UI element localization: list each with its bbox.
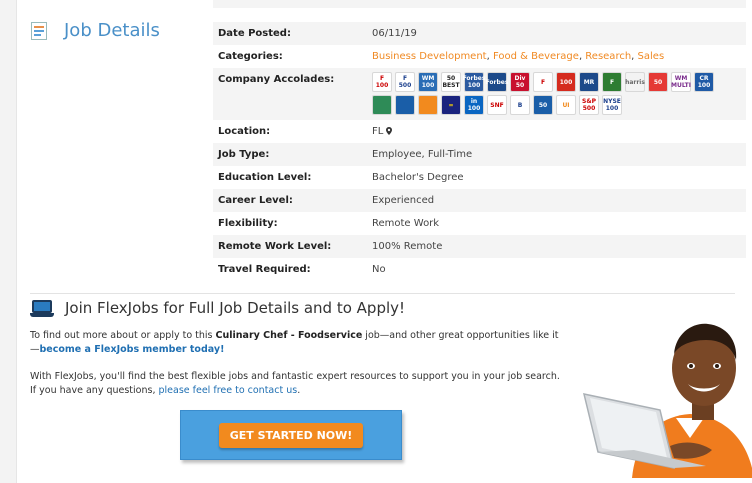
accolades-value: F 100 F 500 WM 100 50 BEST Forbes 100 Forbes D… [372, 68, 746, 120]
forbes-green-badge-icon[interactable]: F [602, 72, 622, 92]
best-50-badge-icon[interactable]: 50 BEST [441, 72, 461, 92]
category-link[interactable]: Business Development [372, 51, 487, 62]
job-details-heading: Job Details [64, 20, 160, 41]
detail-row-remote-level: Remote Work Level: 100% Remote [213, 235, 746, 258]
detail-label: Flexibility: [218, 218, 278, 229]
forbes-mr-badge-icon[interactable]: MR [579, 72, 599, 92]
nyse-100-badge-icon[interactable]: NYSE 100 [602, 95, 622, 115]
category-link[interactable]: Sales [638, 51, 665, 62]
detail-value: Employee, Full-Time [372, 149, 473, 160]
join-paragraph-2: With FlexJobs, you'll find the best flex… [30, 370, 560, 398]
detail-row-job-type: Job Type: Employee, Full-Time [213, 143, 746, 166]
detail-value: 06/11/19 [372, 28, 417, 39]
forbes-badge-icon[interactable]: Forbes [486, 72, 508, 92]
detail-row-travel: Travel Required: No [213, 258, 746, 281]
map-pin-icon [386, 127, 393, 135]
detail-label: Job Type: [218, 149, 270, 160]
detail-value: 100% Remote [372, 241, 443, 252]
detail-row-categories: Categories: Business Development, Food &… [213, 45, 746, 68]
cr-100-badge-icon[interactable]: CR 100 [694, 72, 714, 92]
paragraph-text: . [297, 385, 301, 396]
equality-badge-icon[interactable]: = [441, 95, 461, 115]
sidebar-section-title: Job Details [30, 20, 160, 41]
detail-row-career: Career Level: Experienced [213, 189, 746, 212]
man-with-laptop-image [582, 323, 752, 478]
detail-value: Remote Work [372, 218, 440, 229]
location-text: FL [372, 126, 384, 137]
detail-row-location: Location: FL [213, 120, 746, 143]
detail-label: Company Accolades: [218, 74, 335, 85]
category-link[interactable]: Food & Beverage [493, 51, 579, 62]
document-icon [30, 21, 48, 41]
linkedin-100-badge-icon[interactable]: in 100 [464, 95, 484, 115]
join-paragraph-1: To find out more about or apply to this … [30, 329, 560, 357]
detail-row-education: Education Level: Bachelor's Degree [213, 166, 746, 189]
canada-100-badge-icon[interactable]: 100 [556, 72, 576, 92]
fortune-100-badge-icon[interactable]: F 100 [372, 72, 392, 92]
laptop-icon [30, 299, 54, 317]
snf-badge-icon[interactable]: SNF [487, 95, 507, 115]
diversity-badge-icon[interactable]: Div 50 [510, 72, 530, 92]
50-red-badge-icon[interactable]: 50 [648, 72, 668, 92]
orange-circle-badge-icon[interactable] [418, 95, 438, 115]
detail-label: Categories: [218, 51, 283, 62]
harris-badge-icon[interactable]: harris [625, 72, 645, 92]
detail-value: No [372, 264, 386, 275]
detail-row-flexibility: Flexibility: Remote Work [213, 212, 746, 235]
join-section-title: Join FlexJobs for Full Job Details and t… [30, 299, 405, 317]
section-divider [30, 293, 735, 294]
detail-label: Remote Work Level: [218, 241, 332, 252]
working-mother-100-badge-icon[interactable]: WM 100 [418, 72, 438, 92]
detail-value: Bachelor's Degree [372, 172, 464, 183]
detail-label: Date Posted: [218, 28, 291, 39]
fortune-500-badge-icon[interactable]: F 500 [395, 72, 415, 92]
top-strip [213, 0, 746, 8]
best-brand-badge-icon[interactable]: B [510, 95, 530, 115]
job-details-table: Date Posted: 06/11/19 Categories: Busine… [213, 22, 746, 281]
categories-value: Business Development, Food & Beverage, R… [372, 51, 665, 62]
wm-multi-badge-icon[interactable]: WM MULTI [671, 72, 691, 92]
contact-us-link[interactable]: please feel free to contact us [159, 385, 298, 396]
ui-badge-icon[interactable]: UI [556, 95, 576, 115]
sp-500-badge-icon[interactable]: S&P 500 [579, 95, 599, 115]
join-heading: Join FlexJobs for Full Job Details and t… [65, 299, 406, 317]
detail-label: Education Level: [218, 172, 312, 183]
forbes-100-badge-icon[interactable]: Forbes 100 [463, 72, 485, 92]
top-50-badge-icon[interactable]: 50 [533, 95, 553, 115]
get-started-button[interactable]: GET STARTED NOW! [218, 422, 364, 448]
cta-banner: GET STARTED NOW! [180, 410, 402, 460]
detail-value: Experienced [372, 195, 435, 206]
detail-label: Career Level: [218, 195, 293, 206]
category-link[interactable]: Research [585, 51, 631, 62]
detail-label: Travel Required: [218, 264, 311, 275]
green-leaf-badge-icon[interactable] [372, 95, 392, 115]
fortune-badge-icon[interactable]: F [533, 72, 553, 92]
circle-seal-badge-icon[interactable] [395, 95, 415, 115]
become-member-link[interactable]: become a FlexJobs member today! [40, 344, 225, 355]
job-title-text: Culinary Chef - Foodservice [215, 330, 363, 341]
detail-row-accolades: Company Accolades: F 100 F 500 WM 100 50 BE… [213, 68, 746, 120]
detail-row-date-posted: Date Posted: 06/11/19 [213, 22, 746, 45]
location-value: FL [372, 120, 746, 143]
page: Job Details Date Posted: 06/11/19 Catego… [0, 0, 752, 483]
detail-label: Location: [218, 126, 271, 137]
accolades-list: F 100 F 500 WM 100 50 BEST Forbes 100 Forbes D… [372, 72, 722, 115]
paragraph-text: To find out more about or apply to this [30, 330, 216, 341]
